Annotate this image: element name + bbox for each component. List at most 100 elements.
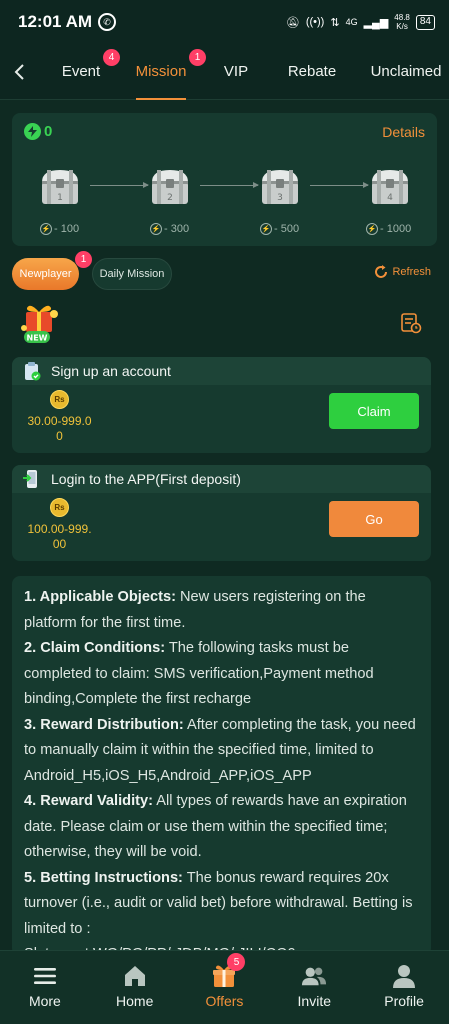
record-list-icon[interactable] [400,312,422,334]
nav-home[interactable]: Home [90,951,180,1024]
bolt-icon: ⚡ [366,223,378,235]
refresh-button[interactable]: Refresh [373,264,431,280]
claim-button[interactable]: Claim [329,393,419,429]
rule-title: 1. Applicable Objects: [24,589,176,605]
treasure-chest-icon: 2 [152,170,188,204]
clipboard-icon [25,362,41,381]
energy-value: 0 [44,123,53,140]
rule-title: 2. Claim Conditions: [24,640,166,656]
tab-event[interactable]: Event 4 [48,44,120,100]
reward-line: 00 [52,537,67,551]
filter-badge: 1 [75,251,92,268]
rupee-coin-icon: Rs [50,498,69,517]
tab-unclaimed[interactable]: Unclaimed [366,44,446,100]
task-reward-amount: 30.00-999.0 0 [22,414,97,444]
chest-number: 2 [167,193,173,203]
energy-counter: 0 [24,123,52,140]
chest-1[interactable]: 1 [38,164,82,208]
chest-cost-value: - 100 [54,223,80,235]
filter-daily-mission[interactable]: Daily Mission [92,258,172,290]
task-header: Login to the APP(First deposit) [12,465,431,493]
refresh-label: Refresh [392,266,431,278]
network-type: 4G [345,17,358,27]
tab-badge: 1 [189,48,206,66]
chest-2[interactable]: 2 [148,164,192,208]
nav-label: Invite [297,993,332,1009]
mute-icon: 🔕︎ [285,16,300,29]
rule-title: 3. Reward Distribution: [24,716,184,733]
task-title: Login to the APP(First deposit) [51,471,241,487]
status-indicators: 🔕︎ ((•)) ⇅ 4G ▂▄▆ 48.8 K/s 84 [286,13,435,31]
tab-rebate[interactable]: Rebate [282,44,342,100]
treasure-chest-icon: 1 [42,170,78,204]
nav-offers[interactable]: 5 Offers [180,951,270,1024]
nav-label: Offers [205,993,244,1009]
net-speed: 48.8 K/s [394,13,410,31]
status-bar: 12:01 AM ✆ 🔕︎ ((•)) ⇅ 4G ▂▄▆ 48.8 K/s 84 [0,0,449,44]
reward-line: 100.00-999. [27,522,92,536]
profile-icon [391,963,417,989]
nav-label: Home [116,993,154,1009]
data-arrows-icon: ⇅ [330,16,340,29]
nav-badge: 5 [227,953,246,971]
home-icon [122,963,148,989]
menu-icon [32,963,58,989]
chest-cost-value: - 1000 [380,223,412,235]
task-title: Sign up an account [51,363,171,379]
progress-arrow [200,182,259,188]
status-time: 12:01 AM [18,12,93,31]
go-button[interactable]: Go [329,501,419,537]
tab-label: Event [61,63,101,80]
hotspot-icon: ((•)) [305,16,325,28]
chest-cost-value: - 500 [274,223,300,235]
chest-number: 4 [387,193,393,203]
whatsapp-icon: ✆ [98,13,117,31]
nav-invite[interactable]: Invite [269,951,359,1024]
treasure-chest-icon: 3 [262,170,298,204]
chest-cost: ⚡ - 500 [260,223,299,235]
reward-line: 0 [56,429,63,443]
new-badge-text: NEW [27,334,48,343]
chest-3[interactable]: 3 [258,164,302,208]
rule-item: 2. Claim Conditions: The following tasks… [24,636,419,713]
tab-label: Mission [135,63,187,80]
back-button[interactable] [0,44,38,100]
rupee-coin-icon: Rs [50,390,69,409]
chest-cost: ⚡ - 1000 [366,223,411,235]
chest-progress-card: 0 Details 1 2 3 4 ⚡ - 100 ⚡ - 300 ⚡ - 50… [12,113,437,246]
progress-arrow [90,182,149,188]
chest-4[interactable]: 4 [368,164,412,208]
chest-cost: ⚡ - 300 [150,223,189,235]
chest-cost-value: - 300 [164,223,190,235]
rule-title: 5. Betting Instructions: [24,869,183,886]
task-card-signup: Sign up an account Rs 30.00-999.0 0 Clai… [12,357,431,453]
reward-line: 30.00-999.0 [27,414,92,428]
signal-icon: ▂▄▆ [363,16,389,29]
treasure-chest-icon: 4 [372,170,408,204]
chest-number: 3 [277,193,283,203]
tab-label: Rebate [287,63,337,80]
tab-badge: 4 [103,48,120,66]
chevron-left-icon [14,63,24,80]
tab-vip[interactable]: VIP [216,44,256,100]
nav-profile[interactable]: Profile [359,951,449,1024]
bolt-icon: ⚡ [150,223,162,235]
nav-label: More [28,993,61,1009]
bolt-icon: ⚡ [260,223,272,235]
details-link[interactable]: Details [382,124,425,140]
chest-number: 1 [57,193,63,203]
phone-app-icon [23,470,37,488]
tab-mission[interactable]: Mission 1 [135,44,206,100]
battery-icon: 84 [415,14,435,30]
rule-item: 3. Reward Distribution: After completing… [24,713,419,790]
rule-item: 4. Reward Validity: All types of rewards… [24,789,419,866]
users-icon [301,963,327,989]
new-gift-icon: NEW [16,302,62,344]
task-reward-amount: 100.00-999. 00 [22,522,97,552]
filter-newplayer[interactable]: Newplayer [12,258,79,290]
top-tab-bar: Event 4 Mission 1 VIP Rebate Unclaimed [0,44,449,100]
nav-more[interactable]: More [0,951,90,1024]
nav-label: Profile [384,993,424,1009]
bolt-icon: ⚡ [40,223,52,235]
progress-arrow [310,182,369,188]
